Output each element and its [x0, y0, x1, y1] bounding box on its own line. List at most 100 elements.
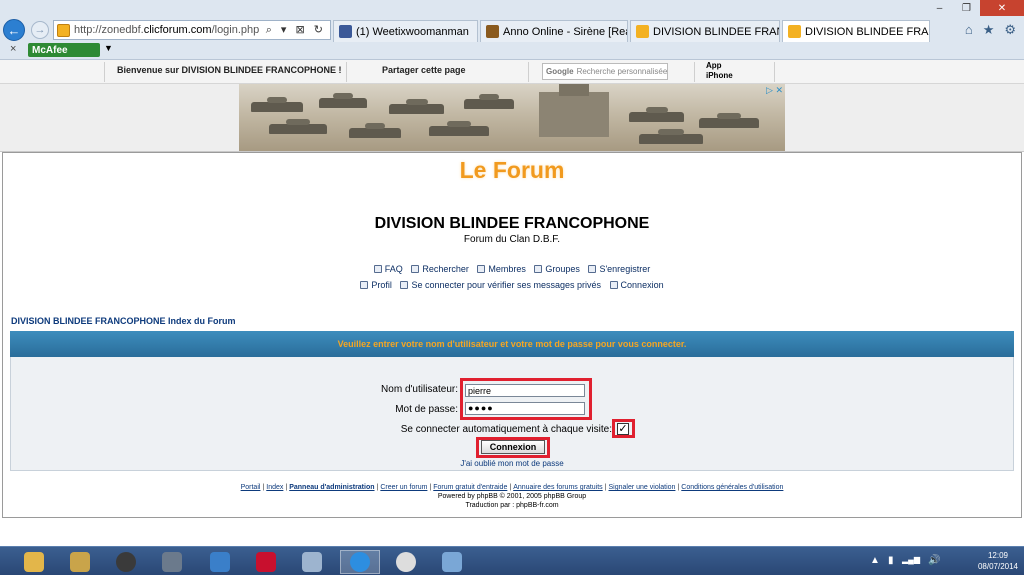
battery-icon[interactable]: ▮ [888, 555, 894, 566]
forgot-password-link[interactable]: J'ai oublié mon mot de passe [0, 459, 1024, 468]
tab-facebook[interactable]: (1) Weetixwoomanman [333, 20, 478, 42]
footer-links: Portail | Index | Panneau d'administration | C… [0, 484, 1024, 491]
tab-division-blindee-1[interactable]: DIVISION BLINDEE FRANCOPH... [630, 20, 780, 42]
windows-taskbar: ▲ ▮ ▂▄▆ 🔊 12:09 08/07/2014 [0, 546, 1024, 575]
banner-tank [319, 93, 367, 108]
profile-link[interactable]: Profil [360, 280, 392, 290]
mcafee-label: McAfee [32, 44, 68, 56]
close-window-button[interactable]: ✕ [980, 0, 1024, 16]
control-panel-icon[interactable] [204, 550, 236, 574]
close-toolbar-icon[interactable]: × [10, 43, 16, 55]
media-glyph [162, 552, 182, 572]
screenshot-glyph [302, 552, 322, 572]
autologin-checkbox[interactable]: ✓ [617, 423, 629, 435]
google-logo: Google [546, 67, 574, 76]
footer-link-help-forum[interactable]: Forum gratuit d'entraide [433, 484, 507, 491]
speaker-glyph [116, 552, 136, 572]
google-search-input[interactable]: Google Recherche personnalisée [542, 63, 668, 80]
footer-link-index[interactable]: Index [266, 484, 283, 491]
site-description: Forum du Clan D.B.F. [463, 234, 561, 245]
tab-anno-online[interactable]: Anno Online - Sirène [Realm 1] [480, 20, 628, 42]
banner-tank [251, 97, 303, 112]
tab-label: (1) Weetixwoomanman [356, 25, 469, 38]
login-label: Connexion [620, 280, 664, 290]
search-label: Rechercher [422, 264, 469, 274]
private-messages-link[interactable]: Se connecter pour vérifier ses messages … [400, 280, 601, 290]
share-page-link[interactable]: Partager cette page [382, 65, 466, 75]
footer-link-create-forum[interactable]: Creer un forum [380, 484, 427, 491]
banner-tank [269, 119, 327, 134]
webcam-app-icon[interactable] [64, 550, 96, 574]
footer-powered: Powered by phpBB © 2001, 2005 phpBB Grou… [437, 493, 587, 500]
footer-link-report-violation[interactable]: Signaler une violation [609, 484, 676, 491]
footer-link-terms[interactable]: Conditions générales d'utilisation [681, 484, 783, 491]
forum-nav-row-2: Profil Se connecter pour vérifier ses me… [0, 280, 1024, 291]
tank-banner-image[interactable]: ▷ ✕ [239, 84, 785, 151]
password-input[interactable]: ●●●● [465, 402, 585, 415]
show-hidden-icons-icon[interactable]: ▲ [870, 555, 880, 566]
banner-tank [349, 123, 401, 138]
file-explorer-icon[interactable] [18, 550, 50, 574]
back-button[interactable]: ← [3, 19, 25, 41]
username-label: Nom d'utilisateur: [381, 384, 458, 395]
app-iphone-link[interactable]: App iPhone [706, 61, 733, 81]
banner-tank [464, 94, 514, 109]
game-app-icon[interactable] [390, 550, 422, 574]
address-bar[interactable]: http://zonedbf.clicforum.com/login.php ⌕… [53, 20, 331, 40]
login-link[interactable]: Connexion [609, 280, 664, 290]
register-link[interactable]: S'enregistrer [588, 264, 650, 274]
toolbar-divider [528, 62, 529, 82]
banner-tank [389, 99, 444, 114]
screenshot-app-icon[interactable] [296, 550, 328, 574]
groups-link[interactable]: Groupes [534, 264, 580, 274]
forum-toolbar: Bienvenue sur DIVISION BLINDEE FRANCOPHO… [0, 60, 1024, 84]
faq-link[interactable]: FAQ [373, 264, 403, 274]
breadcrumb[interactable]: DIVISION BLINDEE FRANCOPHONE Index du Fo… [11, 316, 236, 326]
power-app-icon[interactable] [250, 550, 282, 574]
forward-arrow-icon: → [34, 24, 46, 36]
app-line-2: iPhone [706, 71, 733, 80]
system-clock[interactable]: 12:09 08/07/2014 [978, 550, 1018, 572]
settings-gear-icon[interactable]: ⚙ [1004, 22, 1016, 38]
site-title: DIVISION BLINDEE FRANCOPHONE [374, 215, 650, 232]
restore-button[interactable]: ❐ [953, 0, 980, 16]
mcafee-button[interactable]: McAfee [28, 43, 100, 57]
username-input[interactable] [465, 384, 585, 397]
banner-building [559, 84, 589, 96]
navigation-row: ← → http://zonedbf.clicforum.com/login.p… [0, 18, 1024, 42]
chevron-down-icon[interactable]: ▼ [104, 43, 113, 53]
media-app-icon[interactable] [156, 550, 188, 574]
banner-tank [629, 107, 684, 122]
register-label: S'enregistrer [599, 264, 651, 274]
login-instructions-header: Veuillez entrer votre nom d'utilisateur … [10, 331, 1014, 357]
minimize-button[interactable]: – [926, 0, 953, 16]
favorites-star-icon[interactable]: ★ [983, 22, 995, 38]
network-icon[interactable]: ▂▄▆ [902, 555, 920, 564]
app-line-1: App [706, 61, 722, 70]
url-path: /login.php [211, 24, 260, 36]
members-icon [477, 265, 486, 273]
address-tools[interactable]: ⌕ ▾ ⊠ ↻ [266, 23, 326, 37]
search-link[interactable]: Rechercher [411, 264, 469, 274]
footer-link-portail[interactable]: Portail [241, 484, 261, 491]
paint-app-icon[interactable] [436, 550, 468, 574]
speaker-app-icon[interactable] [110, 550, 142, 574]
profile-label: Profil [371, 280, 392, 290]
footer-link-admin-panel[interactable]: Panneau d'administration [289, 484, 374, 491]
forum-logo[interactable]: Le Forum [0, 157, 1024, 184]
home-icon[interactable]: ⌂ [965, 22, 973, 38]
tab-label: Anno Online - Sirène [Realm 1] [503, 25, 627, 38]
forward-button[interactable]: → [31, 21, 49, 39]
forum-favicon-icon [636, 25, 649, 38]
internet-explorer-icon[interactable] [340, 550, 380, 574]
footer-link-directory[interactable]: Annuaire des forums gratuits [513, 484, 603, 491]
password-label: Mot de passe: [395, 404, 458, 415]
footer-separator: | [285, 484, 288, 491]
tab-division-blindee-2[interactable]: DIVISION BLINDEE FRANCO... ✕ [782, 20, 930, 42]
ad-choices-icon[interactable]: ▷ ✕ [766, 85, 783, 96]
address-url[interactable]: http://zonedbf.clicforum.com/login.php [74, 24, 259, 36]
volume-icon[interactable]: 🔊 [928, 555, 940, 566]
connexion-button[interactable]: Connexion [481, 440, 545, 454]
autologin-label: Se connecter automatiquement à chaque vi… [400, 424, 612, 435]
members-link[interactable]: Membres [477, 264, 526, 274]
